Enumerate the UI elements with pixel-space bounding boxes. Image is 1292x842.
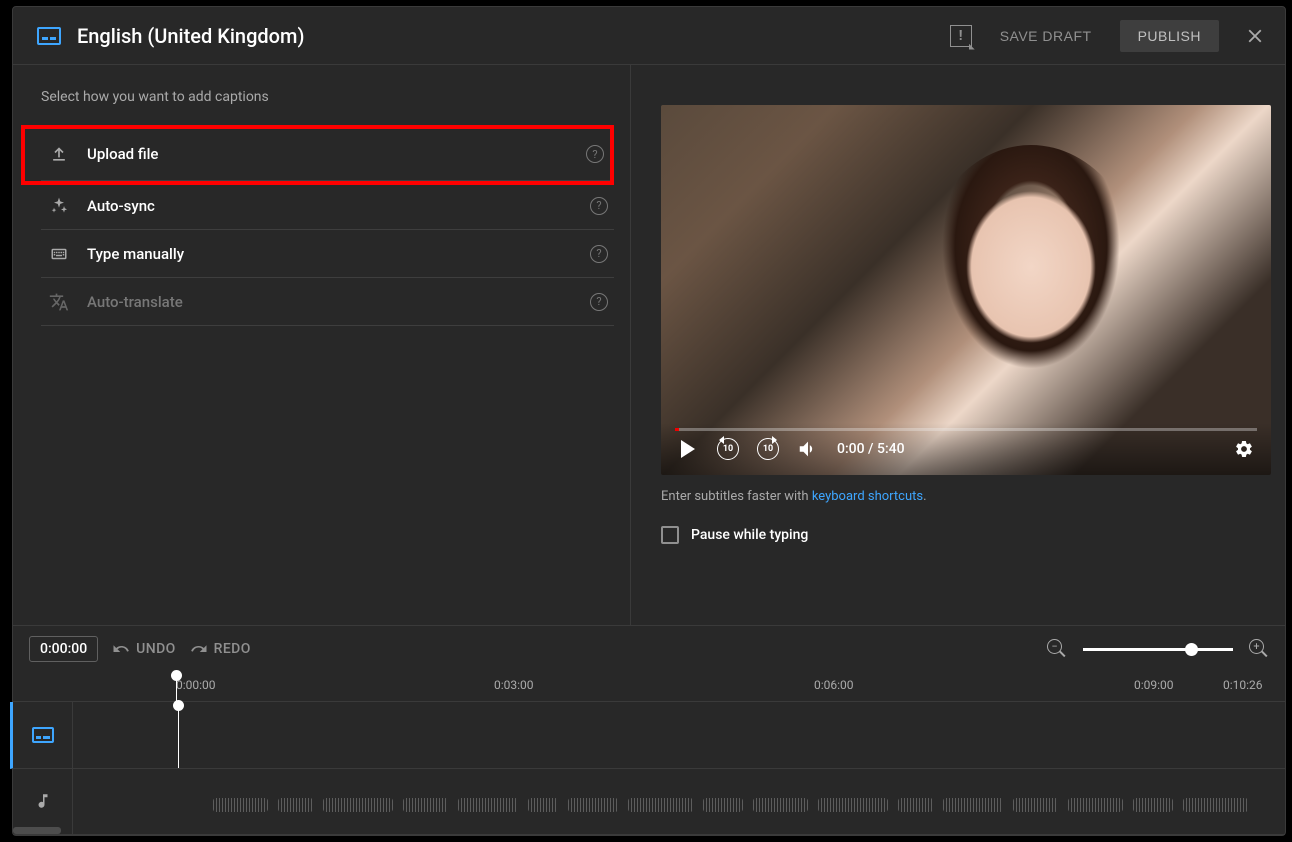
timeline-time-display[interactable]: 0:00:00 [29, 636, 98, 662]
caption-method-hint: Select how you want to add captions [41, 89, 614, 105]
language-title: English (United Kingdom) [77, 24, 950, 48]
video-pane: 10 10 0:00 / 5:40 Enter subtitles faster… [631, 65, 1285, 625]
upload-icon [47, 142, 71, 166]
caption-editor-modal: English (United Kingdom) ! SAVE DRAFT PU… [12, 6, 1286, 836]
zoom-controls: − + [1047, 639, 1269, 659]
skip-forward-10-button[interactable]: 10 [757, 438, 779, 460]
track-headers [13, 702, 73, 835]
translate-icon [47, 290, 71, 314]
pause-while-typing-checkbox[interactable] [661, 526, 679, 544]
redo-button[interactable]: REDO [190, 640, 251, 658]
zoom-slider[interactable] [1083, 648, 1233, 651]
zoom-slider-thumb[interactable] [1185, 643, 1198, 656]
help-icon[interactable]: ? [590, 197, 608, 215]
timeline-tracks [13, 702, 1285, 835]
feedback-icon[interactable]: ! [950, 25, 972, 47]
audio-track-row[interactable] [73, 769, 1285, 836]
play-button[interactable] [677, 438, 699, 460]
track-body[interactable] [73, 702, 1285, 835]
captions-icon [32, 727, 54, 743]
subtitle-hint: Enter subtitles faster with keyboard sho… [661, 489, 1271, 504]
skip-back-10-button[interactable]: 10 [717, 438, 739, 460]
ruler-tick: 0:03:00 [494, 678, 534, 692]
keyboard-icon [47, 242, 71, 266]
help-icon[interactable]: ? [590, 245, 608, 263]
volume-button[interactable] [797, 438, 819, 460]
zoom-out-button[interactable]: − [1047, 639, 1067, 659]
header-actions: ! SAVE DRAFT PUBLISH [950, 18, 1273, 54]
video-time: 0:00 / 5:40 [837, 441, 905, 457]
save-draft-button[interactable]: SAVE DRAFT [990, 20, 1102, 52]
option-manual-label: Type manually [87, 245, 590, 263]
option-auto-sync[interactable]: Auto-sync ? [41, 181, 614, 230]
video-settings-button[interactable] [1233, 438, 1255, 460]
video-controls: 10 10 0:00 / 5:40 [661, 423, 1271, 475]
zoom-in-button[interactable]: + [1249, 639, 1269, 659]
help-icon[interactable]: ? [586, 145, 604, 163]
close-button[interactable] [1237, 18, 1273, 54]
caption-track-header[interactable] [10, 702, 72, 769]
option-type-manually[interactable]: Type manually ? [41, 229, 614, 278]
pause-while-typing-row[interactable]: Pause while typing [661, 526, 1271, 544]
keyboard-shortcuts-link[interactable]: keyboard shortcuts [812, 489, 923, 504]
timeline-ruler[interactable]: 0:00:00 0:03:00 0:06:00 0:09:00 0:10:26 [13, 672, 1285, 702]
pause-while-typing-label: Pause while typing [691, 527, 808, 543]
content-area: Select how you want to add captions Uplo… [13, 65, 1285, 625]
timeline-toolbar: 0:00:00 UNDO REDO − + [13, 626, 1285, 672]
autosync-icon [47, 194, 71, 218]
audio-track-header[interactable] [13, 769, 72, 836]
horizontal-scrollbar-thumb[interactable] [13, 827, 61, 834]
option-upload-label: Upload file [87, 145, 586, 163]
option-auto-translate: Auto-translate ? [41, 277, 614, 326]
option-autosync-label: Auto-sync [87, 197, 590, 215]
timeline-playhead[interactable] [176, 672, 177, 701]
timeline-panel: 0:00:00 UNDO REDO − + 0:00:00 0:03:00 0:… [13, 625, 1285, 835]
caption-track-row[interactable] [73, 702, 1285, 769]
captions-icon [37, 27, 61, 45]
undo-button[interactable]: UNDO [112, 640, 175, 658]
ruler-tick: 0:10:26 [1223, 678, 1263, 692]
highlight-annotation: Upload file ? [21, 125, 614, 185]
ruler-tick: 0:09:00 [1134, 678, 1174, 692]
help-icon[interactable]: ? [590, 293, 608, 311]
publish-button[interactable]: PUBLISH [1120, 20, 1219, 52]
option-upload-file[interactable]: Upload file ? [41, 128, 610, 181]
video-preview[interactable]: 10 10 0:00 / 5:40 [661, 105, 1271, 475]
header-bar: English (United Kingdom) ! SAVE DRAFT PU… [13, 7, 1285, 65]
option-translate-label: Auto-translate [87, 293, 590, 311]
ruler-tick: 0:00:00 [176, 678, 216, 692]
ruler-tick: 0:06:00 [814, 678, 854, 692]
caption-method-pane: Select how you want to add captions Uplo… [13, 65, 631, 625]
